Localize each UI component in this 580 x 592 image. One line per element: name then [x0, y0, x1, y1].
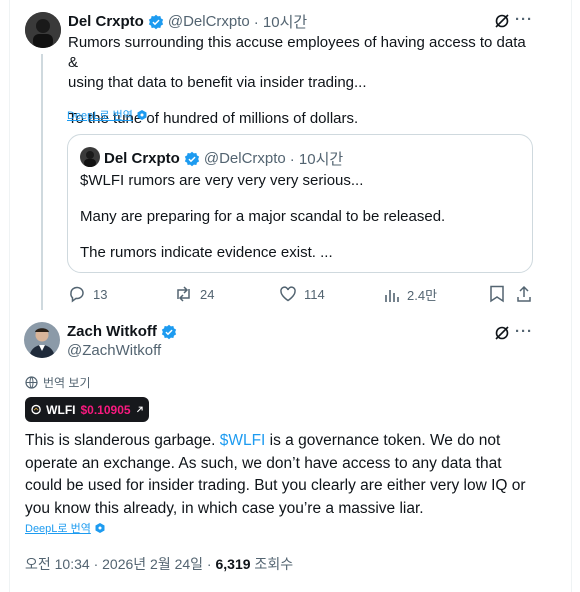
tweet2-text: is a governance token. We do not: [265, 432, 501, 449]
tweet1-line: using that data to benefit via insider t…: [68, 74, 367, 91]
deepl-translate-link[interactable]: DeepL로 번역: [67, 107, 148, 123]
cashtag-link[interactable]: $WLFI: [220, 432, 266, 449]
verified-badge-icon: [161, 324, 177, 339]
quoted-tweet-card[interactable]: Del Crxpto @DelCrxpto · 10시간 $WLFI rumor…: [67, 134, 533, 273]
repost-icon: [177, 286, 190, 302]
deepl-label: DeepL로 번역: [67, 110, 133, 122]
deepl-translate-link[interactable]: DeepL로 번역: [25, 520, 106, 536]
grok-icon[interactable]: [494, 13, 510, 29]
bookmark-icon[interactable]: [489, 285, 505, 303]
deepl-icon: [95, 523, 105, 533]
views-label: 조회수: [250, 556, 294, 572]
author-handle[interactable]: @ZachWitkoff: [67, 342, 161, 359]
views-button[interactable]: 2.4만: [384, 285, 437, 304]
deepl-icon: [137, 110, 147, 120]
share-icon[interactable]: [516, 285, 532, 303]
quote-header: Del Crxpto @DelCrxpto · 10시간: [104, 148, 343, 169]
globe-icon: [25, 376, 38, 389]
tweet-meta: 오전 10:34 · 2026년 2월 24일 · 6,319 조회수: [25, 554, 293, 574]
like-button[interactable]: 114: [279, 285, 325, 303]
tweet2-line: This is slanderous garbage. $WLFI is a g…: [25, 430, 545, 453]
more-options-icon[interactable]: ···: [515, 323, 533, 340]
tweet2-line: operate an exchange. As such, we don’t h…: [25, 454, 502, 472]
views-count: 2.4만: [407, 288, 438, 303]
tweet-time[interactable]: · 10시간: [254, 11, 307, 32]
quote-author-name: Del Crxpto: [104, 150, 180, 167]
arrow-up-right-icon: [136, 406, 143, 413]
like-count: 114: [304, 286, 325, 302]
reply-button[interactable]: 13: [68, 285, 107, 303]
more-options-icon[interactable]: ···: [515, 11, 533, 28]
author-handle[interactable]: @DelCrxpto: [168, 13, 250, 30]
avatar-del-crxpto[interactable]: [25, 12, 61, 48]
timestamp[interactable]: 오전 10:34 · 2026년 2월 24일 ·: [25, 556, 216, 572]
token-price: $0.10905: [80, 402, 131, 417]
author-name[interactable]: Del Crxpto: [68, 13, 144, 30]
quote-author-handle: @DelCrxpto: [203, 150, 286, 167]
quote-line: The rumors indicate evidence exist. ...: [80, 244, 333, 261]
tweet2-text: This is slanderous garbage.: [25, 432, 220, 449]
reply-count: 13: [93, 286, 108, 302]
quote-line: $WLFI rumors are very very very serious.…: [80, 172, 364, 189]
tweet1-header: Del Crxpto @DelCrxpto · 10시간: [68, 11, 307, 32]
author-name[interactable]: Zach Witkoff: [67, 323, 157, 340]
verified-badge-icon: [148, 14, 163, 29]
reply-icon: [70, 286, 84, 303]
quote-body: $WLFI rumors are very very very serious.…: [80, 171, 520, 263]
token-symbol: WLFI: [46, 402, 76, 417]
tweet2-header: Zach Witkoff: [67, 323, 177, 340]
grok-icon[interactable]: [494, 325, 510, 341]
repost-count: 24: [200, 286, 215, 302]
deepl-label: DeepL로 번역: [25, 523, 91, 535]
avatar-zach-witkoff[interactable]: [24, 322, 60, 358]
token-logo-icon: [31, 404, 41, 415]
avatar-del-crxpto-small: [80, 147, 100, 167]
quote-line: Many are preparing for a major scandal t…: [80, 208, 446, 225]
translate-label: 번역 보기: [43, 376, 91, 390]
tweet2-line: you know this already, in which case you…: [25, 499, 424, 517]
quote-time: · 10시간: [289, 151, 344, 168]
cashtag-token-chip[interactable]: WLFI $0.10905: [25, 397, 149, 422]
tweet1-line: Rumors surrounding this accuse employees…: [68, 34, 526, 71]
view-count: 6,319: [215, 556, 251, 572]
heart-icon: [280, 286, 296, 302]
repost-button[interactable]: 24: [174, 285, 214, 303]
thread-connector: [41, 54, 43, 310]
verified-badge-icon: [184, 151, 199, 166]
tweet2-line: could be used for insider trading. But y…: [25, 477, 526, 494]
translate-post-link[interactable]: 번역 보기: [25, 374, 91, 391]
analytics-icon: [385, 289, 399, 302]
tweet2-body: This is slanderous garbage. $WLFI is a g…: [25, 430, 545, 520]
